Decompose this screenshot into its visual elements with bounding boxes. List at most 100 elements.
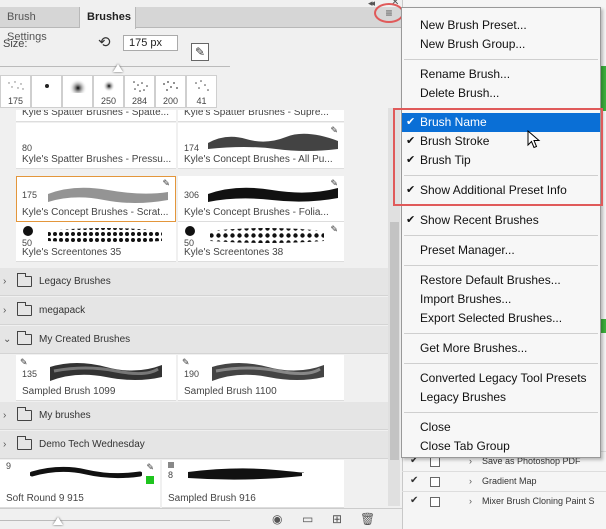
trash-icon[interactable]: 🗑: [360, 512, 375, 526]
folder-row-legacy-brushes[interactable]: › Legacy Brushes: [0, 268, 388, 296]
tab-brushes[interactable]: Brushes: [80, 7, 136, 29]
brush-stroke-preview: [188, 468, 304, 480]
brush-size: 175: [22, 190, 38, 200]
checkmark-icon: ✔: [406, 214, 416, 226]
menu-item-label: Delete Brush...: [420, 86, 500, 100]
chevron-right-icon[interactable]: ›: [3, 276, 6, 287]
action-row[interactable]: ✔ › Gradient Map: [402, 471, 606, 491]
menu-item-delete-brush[interactable]: Delete Brush...: [402, 84, 600, 103]
dialog-toggle[interactable]: [430, 457, 440, 467]
menu-item-import-brushes[interactable]: Import Brushes...: [402, 290, 600, 309]
menu-item-new-brush-group[interactable]: New Brush Group...: [402, 35, 600, 54]
menu-separator: [404, 363, 598, 364]
menu-item-label: Rename Brush...: [420, 67, 511, 81]
recent-brush[interactable]: [31, 75, 62, 108]
brush-tip-icon: [195, 80, 209, 91]
folder-row-my-brushes[interactable]: › My brushes: [0, 402, 388, 430]
recent-brush[interactable]: 250: [93, 75, 124, 108]
folder-row-my-created-brushes[interactable]: ⌄ My Created Brushes: [0, 326, 388, 354]
mouse-cursor-icon: [527, 130, 541, 149]
brush-cell[interactable]: 190 ✎ Sampled Brush 1100: [178, 355, 344, 401]
brush-cell[interactable]: Kyle's Spatter Brushes - Spatte...: [16, 110, 176, 122]
recent-brush-size: 200: [162, 96, 179, 106]
folder-label: megapack: [39, 305, 86, 316]
brush-list: Kyle's Spatter Brushes - Spatte... ✎ Kyl…: [0, 110, 388, 510]
brush-cell[interactable]: 50 ✎ Kyle's Screentones 38: [178, 222, 344, 262]
brush-cell[interactable]: 80 Kyle's Spatter Brushes - Pressu...: [16, 123, 176, 169]
brush-stroke-preview: [30, 466, 142, 479]
chevron-right-icon[interactable]: ›: [469, 496, 472, 506]
chevron-right-icon[interactable]: ›: [469, 476, 472, 486]
brush-size: 9: [6, 461, 12, 471]
menu-separator: [404, 265, 598, 266]
recent-brush[interactable]: 200: [155, 75, 186, 108]
menu-item-converted-legacy-tool-presets[interactable]: Converted Legacy Tool Presets: [402, 369, 600, 388]
menu-item-new-brush-preset[interactable]: New Brush Preset...: [402, 16, 600, 35]
folder-icon: [17, 407, 32, 421]
scrollbar-thumb[interactable]: [390, 222, 399, 460]
brush-cell[interactable]: 9 ✎ Soft Round 9 915: [0, 460, 160, 508]
menu-item-restore-default-brushes[interactable]: Restore Default Brushes...: [402, 271, 600, 290]
folder-row-demo-tech-wednesday[interactable]: › Demo Tech Wednesday: [0, 431, 388, 459]
brush-cell[interactable]: ✎ Kyle's Spatter Brushes - Supre...: [178, 110, 344, 122]
recent-brush[interactable]: [62, 75, 93, 108]
dialog-toggle[interactable]: [430, 477, 440, 487]
brush-size: 135: [22, 369, 38, 379]
menu-item-rename-brush[interactable]: Rename Brush...: [402, 65, 600, 84]
edit-brush-icon[interactable]: ✎: [191, 43, 209, 61]
brush-cell-selected[interactable]: 175 ✎ Kyle's Concept Brushes - Scrat...: [16, 176, 176, 222]
menu-item-get-more-brushes[interactable]: Get More Brushes...: [402, 339, 600, 358]
tab-brush-settings[interactable]: Brush Settings: [0, 7, 80, 43]
panel-footer: ◉ ▭ ⊞ 🗑: [0, 508, 402, 529]
size-slider-thumb[interactable]: [113, 64, 123, 72]
chevron-right-icon[interactable]: ›: [3, 410, 6, 421]
action-row[interactable]: ✔ › Mixer Brush Cloning Paint S: [402, 491, 606, 511]
menu-item-show-recent-brushes[interactable]: ✔ Show Recent Brushes: [402, 211, 600, 230]
visibility-icon[interactable]: ◉: [272, 512, 282, 526]
menu-item-label: New Brush Group...: [420, 37, 526, 51]
menu-item-legacy-brushes[interactable]: Legacy Brushes: [402, 388, 600, 407]
brush-cell[interactable]: 135 ✎ Sampled Brush 1099: [16, 355, 176, 401]
size-input[interactable]: [123, 35, 178, 51]
collapse-icon[interactable]: ◂◂: [368, 0, 375, 9]
brush-tip-icon: [45, 84, 49, 88]
brush-cell[interactable]: 8 Sampled Brush 916: [162, 460, 344, 508]
panel-menu-icon[interactable]: ≡: [374, 3, 404, 23]
recent-brush-size: 175: [7, 96, 24, 106]
folder-icon: [17, 331, 32, 345]
check-icon[interactable]: ✔: [410, 495, 418, 506]
recent-brush[interactable]: 41: [186, 75, 217, 108]
brush-cell[interactable]: 174 ✎ Kyle's Concept Brushes - All Pu...: [178, 123, 344, 169]
chevron-down-icon[interactable]: ⌄: [3, 334, 11, 345]
reset-size-icon[interactable]: ⟲: [98, 33, 111, 51]
menu-separator: [404, 333, 598, 334]
preview-size-slider[interactable]: [0, 520, 230, 521]
preview-size-thumb[interactable]: [53, 517, 63, 525]
menu-item-close[interactable]: Close: [402, 418, 600, 437]
new-brush-icon[interactable]: ⊞: [332, 512, 342, 526]
check-icon[interactable]: ✔: [410, 475, 418, 486]
brush-tip-icon: [103, 80, 115, 92]
brush-cell[interactable]: 50 Kyle's Screentones 35: [16, 222, 176, 262]
new-group-icon[interactable]: ▭: [302, 512, 313, 526]
chevron-right-icon[interactable]: ›: [3, 439, 6, 450]
menu-item-label: Legacy Brushes: [420, 390, 507, 404]
brush-size: 80: [22, 143, 33, 153]
brush-name: Kyle's Concept Brushes - All Pu...: [184, 154, 333, 165]
recent-brush[interactable]: 175: [0, 75, 31, 108]
brush-name: Kyle's Screentones 38: [184, 247, 284, 258]
menu-item-export-selected-brushes[interactable]: Export Selected Brushes...: [402, 309, 600, 328]
brush-stroke-preview: [212, 363, 324, 381]
recent-brush[interactable]: 284: [124, 75, 155, 108]
menu-item-label: Show Recent Brushes: [420, 213, 539, 227]
brush-name: Sampled Brush 1099: [22, 386, 116, 397]
brush-cell[interactable]: 306 ✎ Kyle's Concept Brushes - Folia...: [178, 176, 344, 222]
dialog-toggle[interactable]: [430, 497, 440, 507]
brush-stroke-preview: [48, 187, 168, 203]
folder-label: My brushes: [39, 410, 91, 421]
menu-item-preset-manager[interactable]: Preset Manager...: [402, 241, 600, 260]
menu-item-label: Close: [420, 420, 451, 434]
folder-row-megapack[interactable]: › megapack: [0, 297, 388, 325]
chevron-right-icon[interactable]: ›: [3, 305, 6, 316]
menu-item-close-tab-group[interactable]: Close Tab Group: [402, 437, 600, 456]
